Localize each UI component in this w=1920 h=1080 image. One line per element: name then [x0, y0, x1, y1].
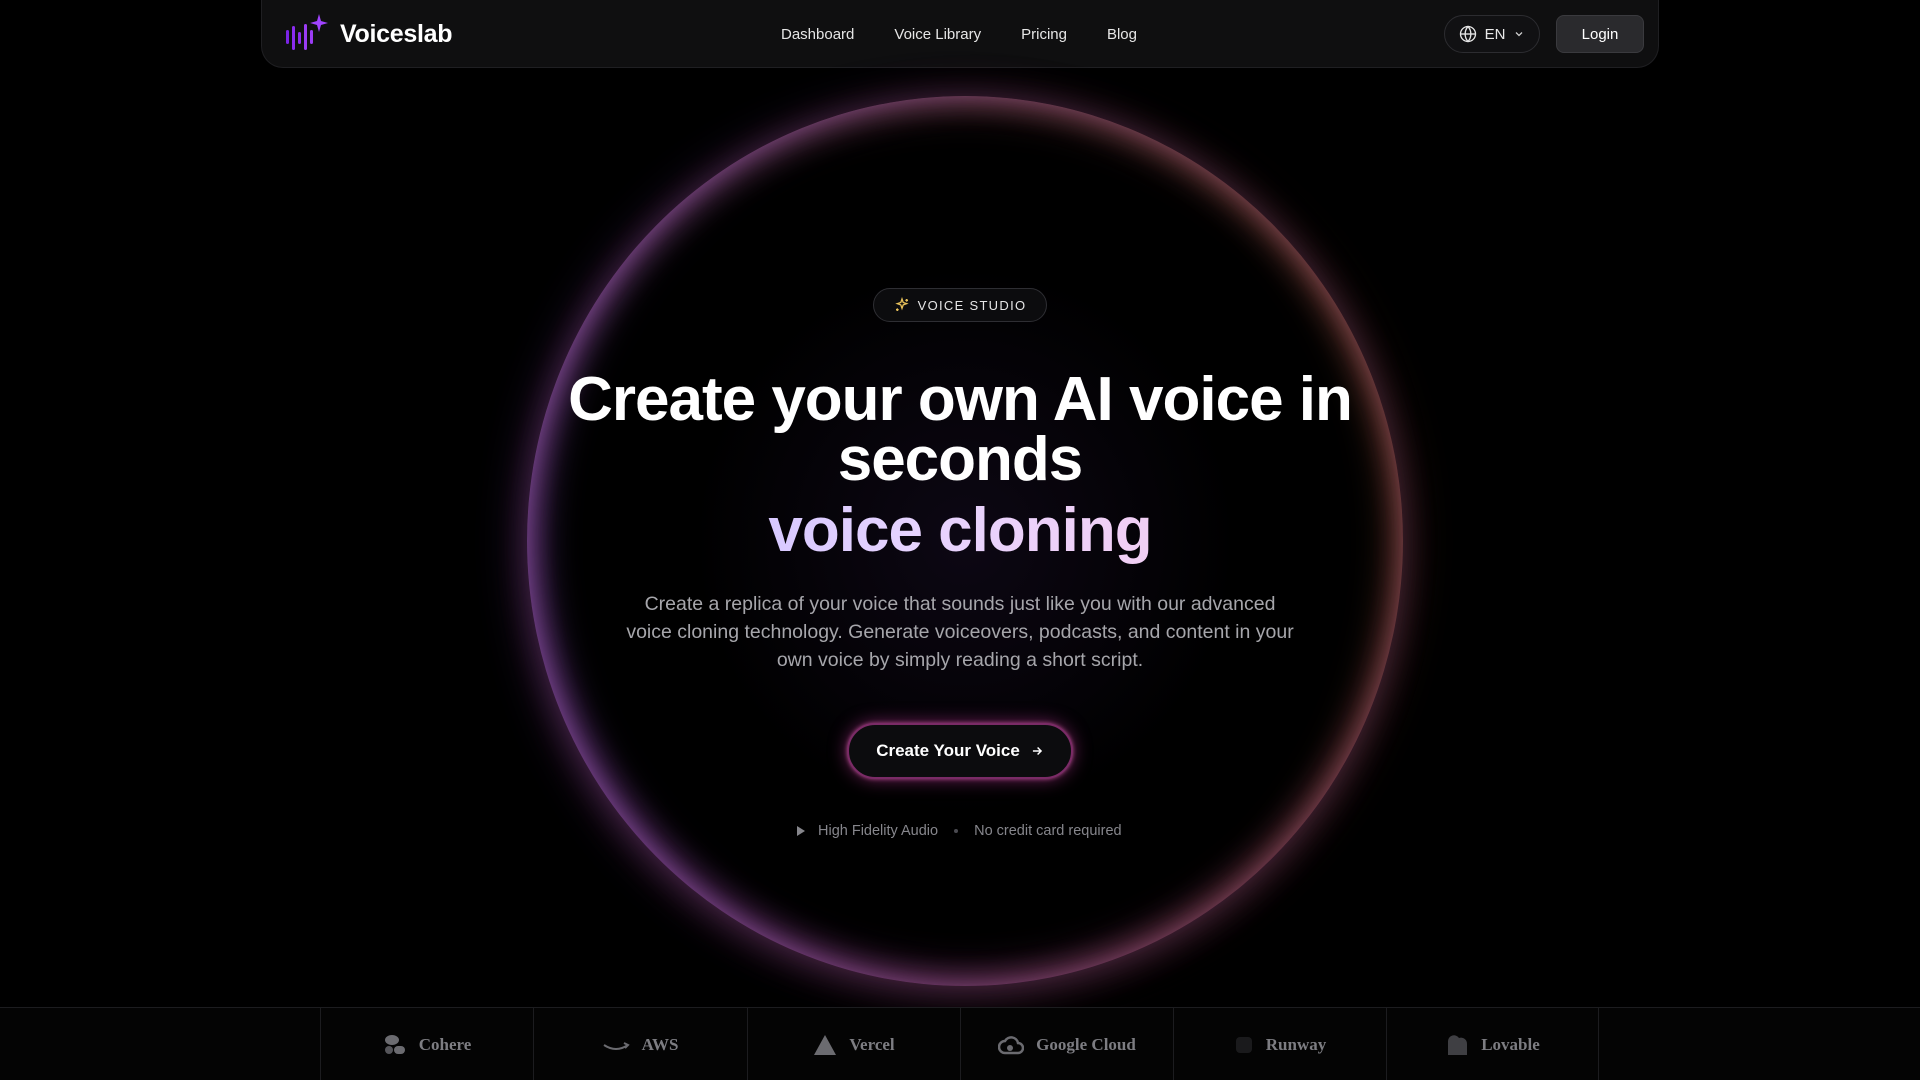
- cloud-icon: [998, 1035, 1025, 1054]
- partner-name: Runway: [1265, 1034, 1327, 1054]
- create-your-voice-button[interactable]: Create Your Voice: [847, 723, 1073, 779]
- brand-name: Voiceslab: [340, 19, 453, 48]
- partner-logo-google-cloud: Google Cloud: [960, 1008, 1173, 1080]
- cohere-icon: [384, 1034, 405, 1054]
- brand[interactable]: Voiceslab: [284, 12, 452, 56]
- vercel-icon: [814, 1034, 837, 1055]
- cta-label: Create Your Voice: [876, 741, 1020, 760]
- partner-name: Cohere: [418, 1034, 472, 1054]
- runway-icon: [1235, 1036, 1252, 1053]
- partner-name: Google Cloud: [1036, 1034, 1136, 1054]
- chevron-down-icon: [1515, 32, 1523, 37]
- partner-logo-lovable: Lovable: [1386, 1008, 1599, 1080]
- partner-name: Vercel: [849, 1034, 895, 1054]
- voiceslab-logo-icon: [286, 14, 328, 50]
- lovable-icon: [1448, 1034, 1468, 1055]
- top-navbar: Voiceslab Dashboard Voice Library Pricin…: [261, 0, 1659, 68]
- meta-high-fidelity: High Fidelity Audio: [818, 823, 939, 839]
- headline-accent: voice cloning: [460, 496, 1460, 566]
- aws-icon: [603, 1041, 630, 1050]
- hero-subtitle: Create a replica of your voice that soun…: [626, 593, 1294, 671]
- globe-icon: [1459, 25, 1476, 43]
- hero-meta: High Fidelity Audio No credit card requi…: [796, 820, 1122, 842]
- partner-logos-strip: Cohere AWS Vercel Google Cloud Runway Lo…: [0, 1007, 1920, 1080]
- hero-headline: Create your own AI voice in seconds: [460, 369, 1460, 491]
- nav-link-pricing[interactable]: Pricing: [1021, 26, 1067, 43]
- meta-no-credit-card: No credit card required: [974, 823, 1122, 839]
- nav-link-blog[interactable]: Blog: [1107, 26, 1137, 43]
- language-selector[interactable]: EN: [1444, 15, 1540, 53]
- voice-studio-badge: VOICE STUDIO: [873, 288, 1047, 322]
- partner-logo-vercel: Vercel: [747, 1008, 960, 1080]
- partner-logo-runway: Runway: [1173, 1008, 1386, 1080]
- meta-separator-dot: [954, 829, 959, 833]
- sparkles-icon: [894, 297, 909, 311]
- nav-links: Dashboard Voice Library Pricing Blog: [781, 0, 1137, 68]
- headline-line-1: Create your own AI voice in: [568, 365, 1353, 434]
- partner-name: AWS: [641, 1034, 679, 1054]
- nav-link-voice-library[interactable]: Voice Library: [894, 26, 981, 43]
- login-button[interactable]: Login: [1556, 15, 1644, 53]
- partner-logo-aws: AWS: [533, 1008, 746, 1080]
- badge-label: VOICE STUDIO: [917, 297, 1027, 313]
- play-icon: [797, 826, 805, 836]
- language-label: EN: [1484, 25, 1506, 43]
- partner-name: Lovable: [1481, 1034, 1540, 1054]
- partner-logo-cohere: Cohere: [320, 1008, 533, 1080]
- headline-line-2: seconds: [837, 425, 1084, 494]
- arrow-right-icon: [1032, 746, 1042, 756]
- nav-link-dashboard[interactable]: Dashboard: [781, 26, 854, 43]
